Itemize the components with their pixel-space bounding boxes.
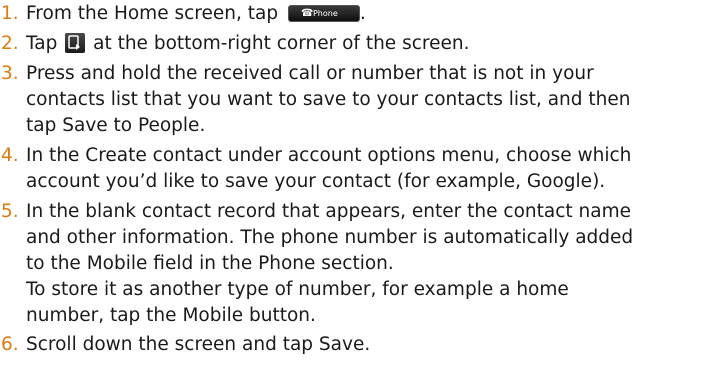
step-number: 1. (1, 3, 19, 24)
step-number: 3. (1, 63, 19, 84)
ui-term-mobile: Mobile (86, 253, 148, 274)
step-5: 5. In the blank contact record that appe… (0, 199, 724, 329)
step-text: Scroll down the screen and tap (26, 334, 314, 355)
step-text: Tap (26, 33, 58, 54)
step-text-line: In the blank contact record that appears… (26, 201, 631, 222)
step-number: 5. (1, 201, 19, 222)
step-text-line: account you’d like to save your contact … (26, 171, 606, 192)
step-number: 4. (1, 145, 19, 166)
step-3: 3. Press and hold the received call or n… (0, 61, 724, 139)
step-6: 6. Scroll down the screen and tap Save. (0, 332, 724, 358)
step-text-line: Press and hold the received call or numb… (26, 63, 594, 84)
phone-button-icon: ☎ Phone (287, 5, 360, 22)
step-text-line: tap Save to People. (26, 113, 724, 139)
call-history-icon (65, 33, 86, 53)
instruction-steps: 1. From the Home screen, tap ☎ Phone. 2. … (0, 1, 724, 358)
step-text: button. (249, 305, 316, 326)
step-1: 1. From the Home screen, tap ☎ Phone. (0, 1, 724, 27)
step-2: 2. Tap at the bottom-right corner of the… (0, 31, 724, 57)
phone-button-label: Phone (312, 9, 338, 18)
step-text-line: In the Create contact under account opti… (26, 145, 632, 166)
ui-term-save-to-people: Save to People (62, 115, 200, 136)
ui-term-save: Save (318, 334, 365, 355)
step-text: tap (26, 115, 57, 136)
step-text-line: contacts list that you want to save to y… (26, 89, 631, 110)
step-text-line: and other information. The phone number … (26, 227, 634, 248)
step-text: to the (26, 253, 81, 274)
step-text: From the Home screen, tap (26, 3, 279, 24)
ui-term-mobile: Mobile (182, 305, 244, 326)
step-4: 4. In the Create contact under account o… (0, 143, 724, 195)
step-text-line: number, tap the Mobile button. (26, 303, 724, 329)
step-text-line: to the Mobile field in the Phone section… (26, 251, 724, 277)
step-text: . (199, 115, 206, 136)
step-number: 2. (1, 33, 19, 54)
step-text: at the bottom-right corner of the screen… (93, 33, 470, 54)
step-text: . (364, 334, 371, 355)
step-text: field in the Phone section. (153, 253, 394, 274)
step-number: 6. (1, 334, 19, 355)
handset-icon: ☎ (300, 8, 314, 19)
step-text-line: To store it as another type of number, f… (26, 279, 569, 300)
step-text: number, tap the (26, 305, 177, 326)
step-text: . (359, 3, 366, 24)
